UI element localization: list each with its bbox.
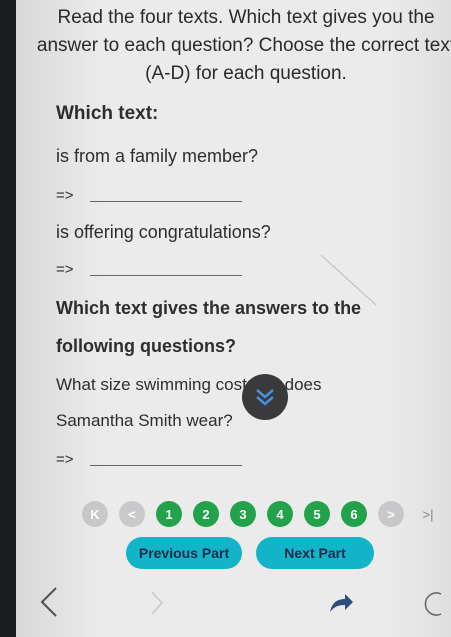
answer-blank-3[interactable] (90, 465, 242, 466)
page-button-2[interactable]: 2 (193, 501, 219, 527)
refresh-icon[interactable] (421, 588, 445, 618)
answer-arrow: => (56, 261, 74, 278)
question-congratulations: is offering congratulations? (56, 222, 271, 242)
page-button-4[interactable]: 4 (267, 501, 293, 527)
pagination: K < 1 2 3 4 5 6 > >| (82, 501, 451, 527)
next-part-button[interactable]: Next Part (256, 537, 374, 569)
phone-screen: Read the four texts. Which text gives yo… (16, 0, 451, 637)
page-button-3[interactable]: 3 (230, 501, 256, 527)
last-page-button[interactable]: >| (415, 501, 441, 527)
scroll-down-button[interactable] (242, 374, 288, 420)
next-page-button[interactable]: > (378, 501, 404, 527)
question-family-member: is from a family member? (56, 146, 259, 166)
instructions-text: Read the four texts. Which text gives yo… (36, 7, 451, 84)
page-button-6[interactable]: 6 (341, 501, 367, 527)
section2-heading-line2: following questions? (56, 336, 236, 356)
section2-heading-line1: Which text gives the answers to the (56, 298, 362, 318)
previous-part-button[interactable]: Previous Part (126, 537, 242, 569)
back-icon[interactable] (34, 582, 64, 622)
answer-blank-1[interactable] (90, 201, 242, 202)
page-button-1[interactable]: 1 (156, 501, 182, 527)
forward-icon[interactable] (148, 588, 168, 618)
question-swimming-line2: Samantha Smith wear? (56, 411, 233, 430)
browser-nav-bar (16, 580, 451, 637)
answer-arrow: => (56, 187, 74, 204)
first-page-button[interactable]: K (82, 501, 108, 527)
answer-blank-2[interactable] (90, 275, 242, 276)
page-button-5[interactable]: 5 (304, 501, 330, 527)
section-heading: Which text: (56, 103, 159, 124)
share-icon[interactable] (326, 588, 356, 618)
answer-arrow: => (56, 451, 74, 468)
double-chevron-down-icon (256, 389, 274, 406)
prev-page-button[interactable]: < (119, 501, 145, 527)
